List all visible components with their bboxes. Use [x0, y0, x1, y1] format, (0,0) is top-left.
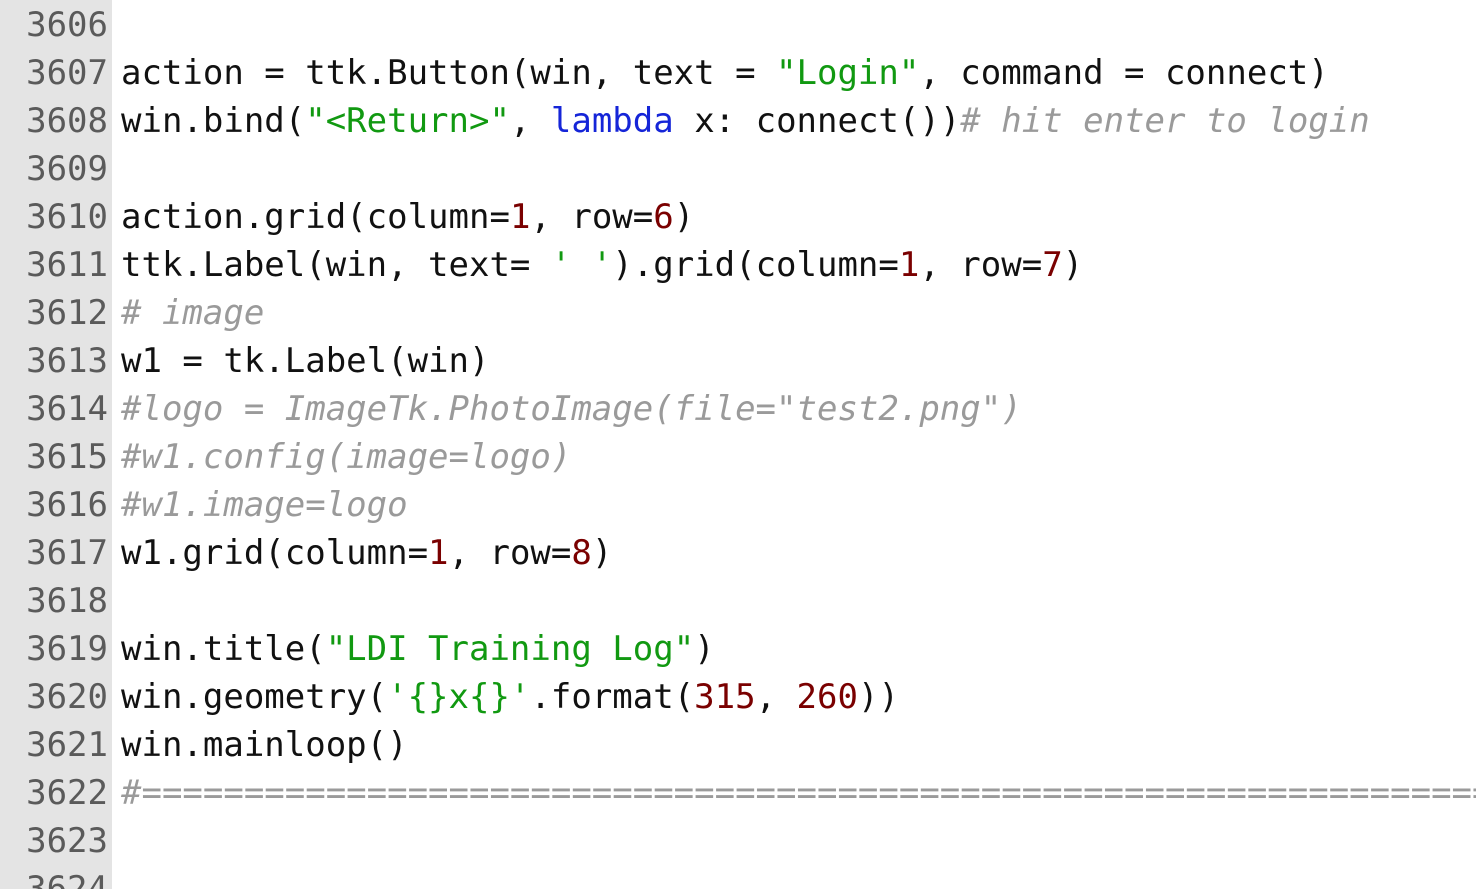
code-token-plain: win.mainloop()	[121, 725, 408, 765]
code-text[interactable]: action = ttk.Button(win, text = "Login",…	[121, 49, 1329, 97]
code-line[interactable]: 3606	[0, 1, 1476, 49]
code-token-plain: win.title(	[121, 629, 326, 669]
code-token-num: 7	[1042, 245, 1063, 285]
code-token-plain: )	[694, 629, 715, 669]
line-number: 3617	[26, 533, 108, 573]
code-token-num: 8	[571, 533, 592, 573]
code-token-plain: )	[673, 197, 695, 237]
code-token-plain: ))	[857, 677, 899, 717]
line-number: 3609	[26, 149, 108, 189]
code-token-plain: action.grid(column=	[121, 197, 510, 237]
code-token-plain: action = ttk.Button(win, text =	[121, 53, 777, 93]
code-token-plain: win.bind(	[121, 101, 306, 141]
code-token-plain: x: connect())	[673, 101, 961, 141]
code-text[interactable]: action.grid(column=1, row=6)	[121, 193, 694, 241]
code-token-str: "LDI Training Log"	[325, 629, 695, 669]
code-line[interactable]: 3613 w1 = tk.Label(win)	[0, 337, 1476, 385]
code-text[interactable]: w1.grid(column=1, row=8)	[121, 529, 612, 577]
code-line[interactable]: 3609	[0, 145, 1476, 193]
code-token-plain: , row=	[448, 533, 572, 573]
code-line[interactable]: 3610 action.grid(column=1, row=6)	[0, 193, 1476, 241]
line-number: 3611	[26, 245, 108, 285]
line-number: 3607	[26, 53, 108, 93]
line-number: 3624	[26, 869, 108, 889]
code-text[interactable]: win.mainloop()	[121, 721, 408, 769]
code-line[interactable]: 3612 # image	[0, 289, 1476, 337]
code-text[interactable]: #logo = ImageTk.PhotoImage(file="test2.p…	[121, 385, 1022, 433]
code-token-plain: , row=	[919, 245, 1043, 285]
code-token-cmt: # image	[121, 293, 265, 333]
line-number: 3610	[26, 197, 108, 237]
line-number: 3606	[26, 5, 108, 45]
code-token-plain: win.geometry(	[121, 677, 388, 717]
code-token-plain: , command = connect)	[919, 53, 1329, 93]
code-token-plain: ,	[755, 677, 797, 717]
code-token-num: 6	[653, 197, 674, 237]
code-line[interactable]: 3623	[0, 817, 1476, 865]
code-line[interactable]: 3620 win.geometry('{}x{}'.format(315, 260…	[0, 673, 1476, 721]
code-token-plain: .format(	[530, 677, 695, 717]
line-number: 3619	[26, 629, 108, 669]
code-token-kw: lambda	[550, 101, 674, 141]
code-token-cmt: # hit enter to login	[960, 101, 1370, 141]
code-token-num: 1	[428, 533, 449, 573]
code-token-cmt: #w1.image=logo	[121, 485, 408, 525]
line-number: 3618	[26, 581, 108, 621]
line-number: 3608	[26, 101, 108, 141]
code-token-cmt: #=======================================…	[121, 773, 1476, 813]
code-token-str: "<Return>"	[305, 101, 510, 141]
code-line[interactable]: 3611 ttk.Label(win, text= ' ').grid(colum…	[0, 241, 1476, 289]
code-token-plain: ,	[509, 101, 551, 141]
line-number: 3620	[26, 677, 108, 717]
line-number: 3616	[26, 485, 108, 525]
code-line[interactable]: 3607 action = ttk.Button(win, text = "Log…	[0, 49, 1476, 97]
code-text[interactable]: win.title("LDI Training Log")	[121, 625, 715, 673]
code-text[interactable]: #w1.image=logo	[121, 481, 408, 529]
code-token-plain: )	[1062, 245, 1084, 285]
line-number: 3612	[26, 293, 108, 333]
line-number: 3613	[26, 341, 108, 381]
code-token-num: 315	[694, 677, 756, 717]
code-line[interactable]: 3624	[0, 865, 1476, 889]
code-line[interactable]: 3615 #w1.config(image=logo)	[0, 433, 1476, 481]
code-token-num: 1	[509, 197, 531, 237]
code-text[interactable]: ttk.Label(win, text= ' ').grid(column=1,…	[121, 241, 1083, 289]
code-token-num: 1	[898, 245, 920, 285]
code-token-plain: w1.grid(column=	[121, 533, 429, 573]
code-line[interactable]: 3622 #===================================…	[0, 769, 1476, 817]
code-token-cmt: #w1.config(image=logo)	[121, 437, 572, 477]
code-line[interactable]: 3618	[0, 577, 1476, 625]
code-editor[interactable]: 3606 3607 action = ttk.Button(win, text = …	[0, 0, 1476, 889]
code-text[interactable]: # image	[121, 289, 264, 337]
code-token-cmt: #logo = ImageTk.PhotoImage(file="test2.p…	[121, 389, 1022, 429]
code-token-plain: w1 = tk.Label(win)	[121, 341, 490, 381]
code-text[interactable]: win.bind("<Return>", lambda x: connect()…	[121, 97, 1370, 145]
code-text[interactable]: #=======================================…	[121, 769, 1476, 817]
code-text[interactable]: w1 = tk.Label(win)	[121, 337, 489, 385]
code-token-plain: ttk.Label(win, text=	[121, 245, 551, 285]
code-token-plain: ).grid(column=	[612, 245, 899, 285]
code-line[interactable]: 3614 #logo = ImageTk.PhotoImage(file="tes…	[0, 385, 1476, 433]
code-text[interactable]: win.geometry('{}x{}'.format(315, 260))	[121, 673, 899, 721]
code-token-plain: )	[591, 533, 613, 573]
line-number: 3622	[26, 773, 108, 813]
line-number: 3614	[26, 389, 108, 429]
line-number: 3623	[26, 821, 108, 861]
code-line[interactable]: 3621 win.mainloop()	[0, 721, 1476, 769]
code-token-str: ' '	[550, 245, 613, 285]
code-line[interactable]: 3608 win.bind("<Return>", lambda x: conne…	[0, 97, 1476, 145]
code-token-num: 260	[796, 677, 858, 717]
code-token-str: "Login"	[776, 53, 920, 93]
line-number: 3615	[26, 437, 108, 477]
code-line[interactable]: 3617 w1.grid(column=1, row=8)	[0, 529, 1476, 577]
line-number: 3621	[26, 725, 108, 765]
code-token-plain: , row=	[530, 197, 654, 237]
code-token-str: '{}x{}'	[387, 677, 531, 717]
code-text[interactable]: #w1.config(image=logo)	[121, 433, 571, 481]
code-line[interactable]: 3616 #w1.image=logo	[0, 481, 1476, 529]
code-line[interactable]: 3619 win.title("LDI Training Log")	[0, 625, 1476, 673]
